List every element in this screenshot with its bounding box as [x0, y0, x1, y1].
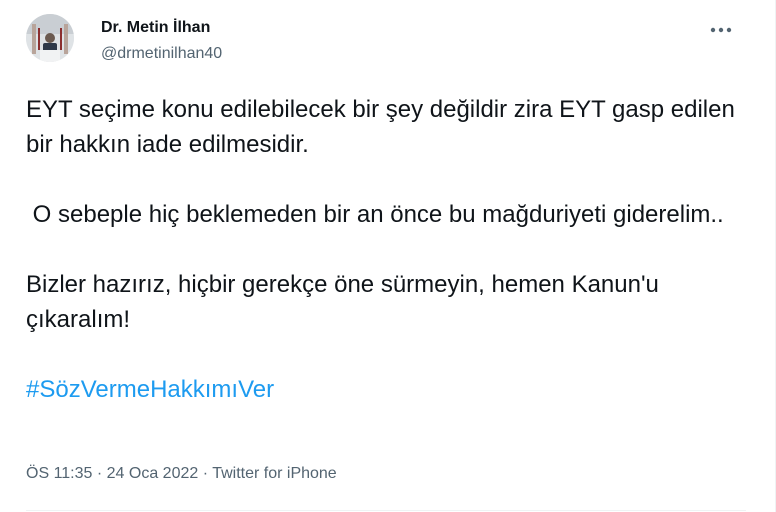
hashtag-link[interactable]: #SözVermeHakkımıVer	[26, 376, 274, 403]
tweet-text: EYT seçime konu edilebilecek bir şey değ…	[26, 92, 746, 407]
author-display-name[interactable]: Dr. Metin İlhan	[101, 19, 210, 37]
tweet-paragraph: Bizler hazırız, hiçbir gerekçe öne sürme…	[26, 271, 666, 333]
author-handle[interactable]: @drmetinilhan40	[101, 45, 222, 63]
tweet-paragraph: O sebeple hiç beklemeden bir an önce bu …	[26, 201, 724, 228]
meta-separator: ·	[198, 465, 213, 482]
tweet-time[interactable]: ÖS 11:35	[26, 465, 92, 482]
tweet-paragraph: EYT seçime konu edilebilecek bir şey değ…	[26, 96, 742, 158]
tweet-card: Dr. Metin İlhan @drmetinilhan40 EYT seçi…	[0, 0, 776, 512]
avatar[interactable]	[26, 14, 74, 62]
tweet-metadata: ÖS 11:35 · 24 Oca 2022 · Twitter for iPh…	[26, 465, 337, 483]
more-horizontal-icon	[710, 27, 732, 33]
more-options-button[interactable]	[703, 16, 739, 44]
meta-separator: ·	[92, 465, 107, 482]
tweet-date[interactable]: 24 Oca 2022	[107, 465, 199, 482]
divider	[26, 510, 746, 511]
profile-photo-icon	[26, 14, 74, 62]
tweet-source[interactable]: Twitter for iPhone	[212, 465, 337, 482]
